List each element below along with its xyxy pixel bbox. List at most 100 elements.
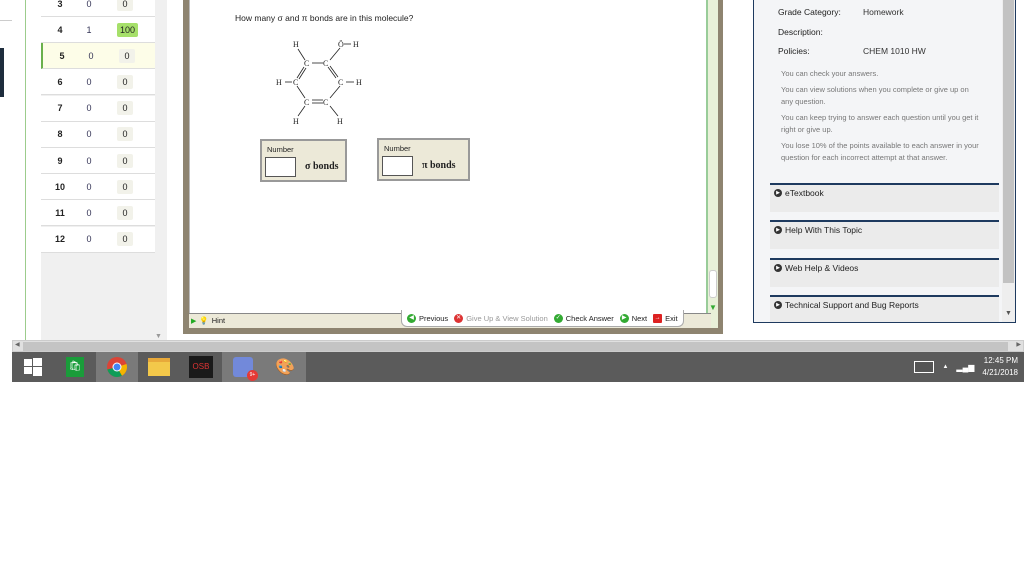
vertical-scrollbar[interactable]: ▼ xyxy=(1002,0,1015,322)
signal-icon[interactable]: ▂▄▆ xyxy=(956,363,974,372)
attempts: 1 xyxy=(86,24,92,35)
atom-h: H xyxy=(293,117,299,126)
question-row[interactable]: 10 0 0 xyxy=(41,174,155,201)
section-web-help[interactable]: ▶ Web Help & Videos xyxy=(770,258,999,287)
question-row[interactable]: 5 0 0 xyxy=(41,43,155,70)
check-icon: ✓ xyxy=(553,313,563,323)
expand-icon: ▶ xyxy=(774,226,782,234)
expand-icon: ▶ xyxy=(774,264,782,272)
divider xyxy=(0,20,12,21)
question-row[interactable]: 3 0 0 xyxy=(41,0,155,17)
scroll-down-icon[interactable]: ▼ xyxy=(1005,310,1012,317)
check-answer-button[interactable]: ✓ Check Answer xyxy=(553,313,614,323)
question-row[interactable]: 6 0 0 xyxy=(41,69,155,96)
question-row[interactable]: 4 1 100 xyxy=(41,17,155,43)
attempts: 0 xyxy=(86,155,92,166)
scroll-left-icon[interactable]: ◀ xyxy=(15,341,20,348)
policies-value: CHEM 1010 HW xyxy=(863,46,926,56)
molecule-structure: H Ö H C C H C C H C C H H xyxy=(276,40,362,126)
next-button[interactable]: ▶ Next xyxy=(619,313,647,323)
hint-label: Hint xyxy=(211,316,226,325)
discord-app[interactable]: 9+ xyxy=(222,352,264,382)
previous-icon: ◀ xyxy=(407,313,416,323)
atom-h: H xyxy=(276,78,282,87)
show-hidden-icons[interactable]: ▲ xyxy=(942,364,948,370)
question-row[interactable]: 9 0 0 xyxy=(41,148,155,174)
policy-line: You lose 10% of the points available to … xyxy=(781,141,979,162)
exit-button[interactable]: → Exit xyxy=(653,313,678,323)
section-etextbook[interactable]: ▶ eTextbook xyxy=(770,183,999,212)
atom-c: C xyxy=(323,98,328,107)
give-up-button[interactable]: ✕ Give Up & View Solution xyxy=(454,313,548,323)
paint-palette-icon: 🎨 xyxy=(275,359,295,376)
hint-button[interactable]: ▶ 💡 Hint xyxy=(191,316,225,325)
attempts: 0 xyxy=(86,103,92,114)
section-help-topic[interactable]: ▶ Help With This Topic xyxy=(770,220,999,249)
question-row[interactable]: 11 0 0 xyxy=(41,200,155,227)
question-number: 8 xyxy=(57,129,63,140)
policy-line: You can view solutions when you complete… xyxy=(781,85,969,106)
chrome-app[interactable] xyxy=(96,352,138,382)
question-row[interactable]: 7 0 0 xyxy=(41,95,155,122)
description: Description: xyxy=(778,27,823,37)
score-badge: 0 xyxy=(117,153,133,168)
section-label: Help With This Topic xyxy=(785,225,863,235)
score-badge: 0 xyxy=(117,127,133,142)
attempts: 0 xyxy=(88,50,94,61)
sigma-answer-box: Number σ bonds xyxy=(260,139,347,182)
file-explorer-app[interactable] xyxy=(138,352,180,382)
question-number: 11 xyxy=(55,207,65,218)
side-nav-bar xyxy=(0,48,4,97)
grade-category-label: Grade Category: xyxy=(778,7,841,17)
pi-answer-box: Number π bonds xyxy=(377,138,470,181)
notification-badge: 9+ xyxy=(247,370,258,381)
question-frame: How many σ and π bonds are in this molec… xyxy=(183,0,723,334)
pi-bonds-input[interactable] xyxy=(382,156,413,176)
question-number: 3 xyxy=(57,0,63,9)
score-badge: 0 xyxy=(117,232,133,247)
start-button[interactable] xyxy=(12,352,54,382)
lightbulb-icon: 💡 xyxy=(199,316,209,325)
attempts: 0 xyxy=(86,207,92,218)
question-row[interactable]: 12 0 0 xyxy=(41,226,155,253)
section-tech-support[interactable]: ▶ Technical Support and Bug Reports xyxy=(770,295,999,322)
atom-h: H xyxy=(293,40,299,49)
previous-button[interactable]: ◀ Previous xyxy=(407,313,448,323)
clock[interactable]: 12:45 PM 4/21/2018 xyxy=(982,355,1018,379)
next-icon: ▶ xyxy=(619,313,629,323)
number-label: Number xyxy=(384,144,411,153)
grade-category-value: Homework xyxy=(863,7,904,17)
question-number: 4 xyxy=(57,24,63,35)
expand-icon: ▶ xyxy=(191,317,197,325)
scroll-down-icon[interactable]: ▼ xyxy=(155,333,162,340)
store-app[interactable]: 🛍 xyxy=(54,352,96,382)
question-row[interactable]: 8 0 0 xyxy=(41,121,155,148)
sigma-bonds-input[interactable] xyxy=(265,157,296,177)
score-badge: 0 xyxy=(117,101,133,116)
score-badge: 0 xyxy=(117,74,133,89)
atom-c: C xyxy=(338,78,343,87)
question-number: 7 xyxy=(57,103,63,114)
section-label: eTextbook xyxy=(785,188,824,198)
chrome-icon xyxy=(107,357,127,378)
vertical-scrollbar[interactable]: ▼ xyxy=(706,0,718,328)
taskbar: 🛍 OSB 9+ 🎨 ▲ ▂▄▆ 12:45 PM 4/21/2018 xyxy=(12,352,1024,382)
question-number: 6 xyxy=(57,76,63,87)
scroll-right-icon[interactable]: ▶ xyxy=(1016,341,1021,348)
attempts: 0 xyxy=(86,234,92,245)
policies: Policies: CHEM 1010 HW xyxy=(778,46,926,56)
grade-category: Grade Category: Homework xyxy=(778,7,904,17)
osb-app[interactable]: OSB xyxy=(180,352,222,382)
score-badge: 0 xyxy=(117,0,133,11)
discord-icon: 9+ xyxy=(233,357,258,381)
scroll-down-icon[interactable]: ▼ xyxy=(709,303,717,312)
horizontal-scrollbar[interactable]: ◀ ▶ xyxy=(12,340,1024,352)
check-label: Check Answer xyxy=(565,313,614,323)
expand-icon: ▶ xyxy=(774,189,782,197)
question-number: 12 xyxy=(54,234,65,245)
question-content: How many σ and π bonds are in this molec… xyxy=(189,0,711,313)
keyboard-icon[interactable] xyxy=(914,361,935,373)
time: 12:45 PM xyxy=(983,356,1018,365)
give-up-icon: ✕ xyxy=(454,313,464,323)
paint-app[interactable]: 🎨 xyxy=(264,352,306,382)
